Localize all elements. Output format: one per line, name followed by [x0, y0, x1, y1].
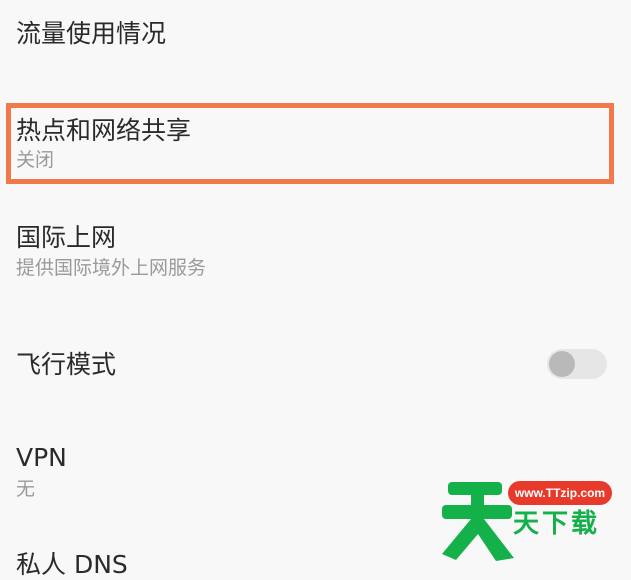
- vpn-title: VPN: [16, 443, 67, 472]
- watermark: www.TTzip.com 天下载: [440, 472, 631, 564]
- airplane-mode-toggle-knob: [549, 351, 575, 377]
- airplane-mode-item[interactable]: 飞行模式: [0, 330, 631, 400]
- airplane-mode-title: 飞行模式: [16, 350, 117, 379]
- international-roaming-item[interactable]: 国际上网 提供国际境外上网服务: [0, 210, 631, 290]
- watermark-url: www.TTzip.com: [514, 486, 606, 500]
- international-roaming-subtitle: 提供国际境外上网服务: [16, 257, 207, 279]
- vpn-status: 无: [16, 478, 36, 500]
- international-roaming-title: 国际上网: [16, 223, 117, 252]
- watermark-brand: 天下载: [513, 509, 601, 539]
- data-usage-title: 流量使用情况: [16, 19, 167, 48]
- hotspot-highlight-frame: [6, 103, 614, 184]
- airplane-mode-toggle[interactable]: [547, 349, 607, 379]
- data-usage-item[interactable]: 流量使用情况: [0, 0, 631, 75]
- private-dns-title: 私人 DNS: [16, 550, 128, 579]
- watermark-url-badge: www.TTzip.com: [508, 481, 612, 505]
